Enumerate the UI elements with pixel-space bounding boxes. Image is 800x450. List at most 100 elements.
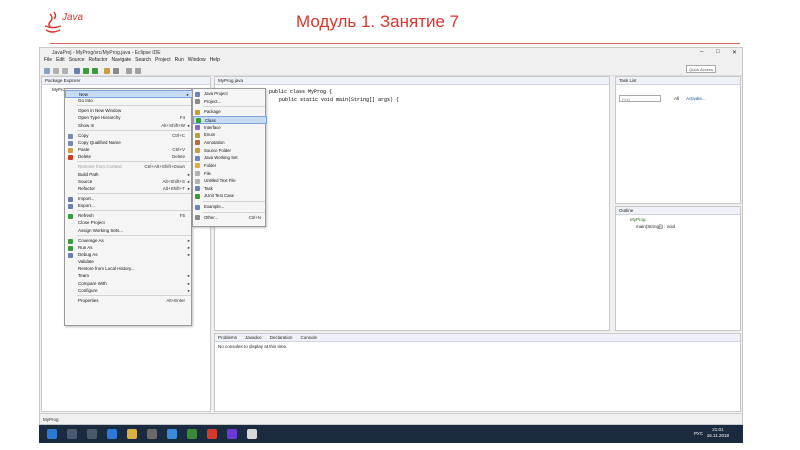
task-activate-link[interactable]: Activate...	[686, 96, 706, 101]
menu-item-label: Copy	[78, 132, 89, 138]
run-icon[interactable]	[83, 68, 89, 74]
context-item-go-into[interactable]: Go Into	[65, 97, 193, 105]
console-tab-javadoc[interactable]: Javadoc	[245, 335, 262, 340]
code-line-2[interactable]: public static void main(String[] args) {	[279, 97, 399, 103]
package-explorer-tab[interactable]: Package Explorer	[42, 77, 210, 85]
console-tab-problems[interactable]: Problems	[218, 335, 237, 340]
menu-item-label: Delete	[78, 154, 92, 160]
forward-icon[interactable]	[135, 68, 141, 74]
start-icon[interactable]	[47, 429, 57, 439]
task-find-input[interactable]: Find	[619, 95, 661, 102]
chevron-right-icon: ▸	[187, 280, 190, 286]
new-item-source-folder[interactable]: Source Folder	[193, 147, 267, 155]
context-item-assign-working-sets[interactable]: Assign Working Sets...	[65, 227, 193, 235]
submenu-item-icon	[195, 109, 200, 115]
menu-item-label: Show In	[78, 122, 95, 128]
submenu-item-shortcut: Ctrl+N	[248, 214, 261, 220]
console-tab-declaration[interactable]: Declaration	[270, 335, 293, 340]
language-indicator[interactable]: РУС	[694, 431, 703, 436]
new-item-folder[interactable]: Folder	[193, 162, 267, 170]
toolbar	[40, 66, 742, 76]
submenu-item-label: Source Folder	[204, 147, 231, 153]
menu-project[interactable]: Project	[155, 57, 171, 63]
new-item-java-working-set[interactable]: Java Working Set	[193, 154, 267, 162]
explorer-icon[interactable]	[127, 429, 137, 439]
chevron-right-icon: ▸	[187, 287, 190, 293]
task-list-tab[interactable]: Task List	[616, 77, 740, 85]
menu-source[interactable]: Source	[69, 57, 85, 63]
menu-navigate[interactable]: Navigate	[111, 57, 131, 63]
clock[interactable]: 21:01 16.11.2018	[707, 427, 729, 439]
new-icon[interactable]	[44, 68, 50, 74]
task-view-icon[interactable]	[87, 429, 97, 439]
save-icon[interactable]	[53, 68, 59, 74]
search-icon[interactable]	[113, 68, 119, 74]
console-tab-console[interactable]: Console	[301, 335, 318, 340]
submenu-item-label: Java Working Set	[204, 155, 238, 161]
menu-run[interactable]: Run	[175, 57, 184, 63]
menu-item-icon	[68, 204, 73, 210]
coverage-icon[interactable]	[92, 68, 98, 74]
menu-item-label: Close Project	[78, 220, 105, 226]
context-item-delete[interactable]: Delete Delete	[65, 153, 193, 161]
debug-icon[interactable]	[74, 68, 80, 74]
context-item-configure[interactable]: Configure ▸	[65, 287, 193, 295]
new-item-package[interactable]: Package	[193, 108, 267, 116]
new-item-junit-test-case[interactable]: JUnit Test Case	[193, 192, 267, 200]
submenu-item-icon	[195, 178, 200, 184]
menu-refactor[interactable]: Refactor	[89, 57, 108, 63]
context-item-refactor[interactable]: Refactor Alt+Shift+T ▸	[65, 185, 193, 193]
app-icon[interactable]	[167, 429, 177, 439]
app3-icon[interactable]	[207, 429, 217, 439]
menu-item-shortcut: Ctrl+V	[172, 147, 185, 153]
store-icon[interactable]	[147, 429, 157, 439]
maximize-icon[interactable]: □	[716, 49, 720, 55]
print-icon[interactable]	[62, 68, 68, 74]
slide-title: Модуль 1. Занятие 7	[296, 12, 460, 31]
context-item-properties[interactable]: Properties Alt+Enter	[65, 297, 193, 305]
menu-item-label: Remove from Context	[78, 164, 122, 170]
eclipse-taskbar-icon[interactable]	[227, 429, 237, 439]
outline-tab[interactable]: Outline	[616, 207, 740, 215]
close-icon[interactable]: ✕	[732, 49, 737, 56]
new-item-task[interactable]: Task	[193, 185, 267, 193]
menu-file[interactable]: File	[44, 57, 52, 63]
menu-help[interactable]: Help	[210, 57, 220, 63]
app2-icon[interactable]	[187, 429, 197, 439]
open-type-icon[interactable]	[104, 68, 110, 74]
app4-icon[interactable]	[247, 429, 257, 439]
submenu-item-label: Untitled Text File	[204, 178, 236, 184]
context-item-show-in[interactable]: Show In Alt+Shift+W ▸	[65, 122, 193, 130]
menu-item-label: Go Into	[78, 98, 93, 104]
chevron-right-icon: ▸	[187, 122, 190, 128]
new-item-other[interactable]: Other... Ctrl+N	[193, 214, 267, 222]
editor-tab[interactable]: MyProg.java	[215, 77, 609, 85]
header-divider	[50, 43, 740, 44]
quick-access-input[interactable]: Quick Access	[686, 65, 716, 73]
code-line-1[interactable]: public class MyProg {	[269, 89, 332, 95]
new-item-class[interactable]: Class	[193, 115, 267, 124]
submenu-item-label: Package	[204, 109, 221, 115]
new-item-interface[interactable]: Interface	[193, 124, 267, 132]
new-item-java-project[interactable]: Java Project	[193, 90, 267, 98]
menu-item-label: Build Path	[78, 171, 99, 177]
task-all-link[interactable]: All	[674, 96, 679, 101]
outline-method-item[interactable]: main(String[]) : void	[636, 224, 675, 229]
new-item-project[interactable]: Project...	[193, 98, 267, 106]
menu-search[interactable]: Search	[135, 57, 151, 63]
new-item-example[interactable]: Example...	[193, 203, 267, 211]
new-item-untitled-text-file[interactable]: Untitled Text File	[193, 177, 267, 185]
back-icon[interactable]	[126, 68, 132, 74]
edge-icon[interactable]	[107, 429, 117, 439]
menu-window[interactable]: Window	[188, 57, 206, 63]
context-item-export[interactable]: Export...	[65, 202, 193, 210]
new-item-file[interactable]: File	[193, 170, 267, 178]
new-item-annotation[interactable]: Annotation	[193, 139, 267, 147]
new-item-enum[interactable]: Enum	[193, 131, 267, 139]
minimize-icon[interactable]: –	[700, 49, 703, 55]
menu-edit[interactable]: Edit	[56, 57, 65, 63]
outline-class-item[interactable]: MyProg	[630, 217, 646, 222]
menu-separator	[77, 294, 191, 296]
search-taskbar-icon[interactable]	[67, 429, 77, 439]
menu-item-label: Refresh	[78, 213, 94, 219]
